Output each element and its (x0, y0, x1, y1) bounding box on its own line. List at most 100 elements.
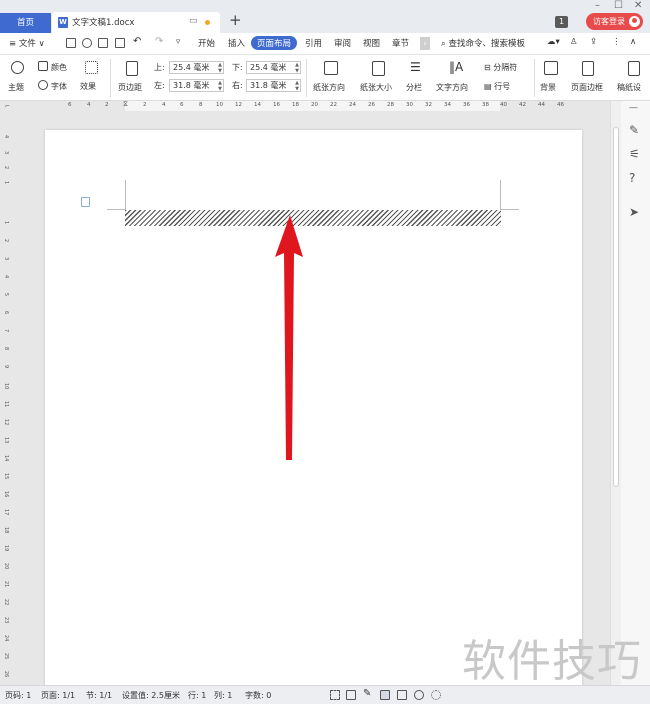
tab-start[interactable]: 开始 (198, 37, 215, 49)
format-painter-icon[interactable] (82, 38, 92, 48)
ruler-tick-label: 28 (387, 102, 394, 108)
manuscript-button[interactable]: 稿纸设 (617, 82, 641, 93)
ruler-tick-label: 3 (3, 257, 9, 261)
search-command-label: 查找命令、搜索模板 (448, 39, 525, 49)
visitor-login-button[interactable]: 访客登录 (586, 13, 643, 30)
vertical-scrollbar[interactable] (610, 101, 621, 685)
ribbon-divider (306, 59, 307, 97)
columns-icon: ☰ (410, 60, 421, 74)
menu-bar: ≡ 文件 ∨ ↶ ↷ ▿ 开始 插入 页面布局 引用 审阅 视图 章节 › ⌕ … (0, 33, 650, 55)
line-number-button[interactable]: ▤ 行号 (484, 81, 510, 92)
status-setting-value[interactable]: 设置值: 2.5厘米 (122, 690, 180, 701)
monitor-icon[interactable]: ▭ (189, 16, 198, 26)
tab-insert[interactable]: 插入 (228, 37, 245, 49)
document-tab[interactable]: W 文字文稿1.docx ▭ (52, 12, 220, 33)
vertical-ruler[interactable]: 4 3 2 1 1 2 3 4 5 6 7 8 9 10 11 12 13 14… (0, 115, 14, 685)
status-row[interactable]: 行: 1 (188, 690, 206, 701)
maximize-button[interactable]: ☐ (614, 0, 623, 11)
ruler-tick-label: 11 (3, 401, 9, 408)
tab-view[interactable]: 视图 (363, 37, 380, 49)
print-icon[interactable] (98, 38, 108, 48)
tabs-scroll-right-button[interactable]: › (420, 37, 430, 50)
fullscreen-icon[interactable] (330, 690, 340, 700)
page-view-icon[interactable] (380, 690, 390, 700)
share-icon[interactable]: ⇪ (590, 37, 597, 47)
scrollbar-thumb[interactable] (613, 127, 619, 487)
close-button[interactable]: ✕ (634, 0, 642, 11)
undo-icon[interactable]: ↶ (133, 36, 141, 47)
horizontal-ruler[interactable]: ⌐ 6 4 2 ⧖ 2 4 6 8 10 12 14 16 18 20 22 2… (0, 100, 612, 115)
status-word-count[interactable]: 字数: 0 (245, 690, 271, 701)
ribbon-divider (110, 59, 111, 97)
margin-button[interactable]: 页边距 (118, 82, 142, 93)
sidebar-collapse-icon[interactable]: — (629, 103, 638, 113)
status-column[interactable]: 列: 1 (214, 690, 232, 701)
collapse-ribbon-icon[interactable]: ∧ (630, 37, 636, 47)
indent-marker-icon[interactable]: ⧖ (123, 100, 128, 109)
ruler-tick-label: 12 (3, 419, 9, 426)
ruler-tick-label: 16 (3, 491, 9, 498)
ruler-tick-label: 26 (368, 102, 375, 108)
status-pages[interactable]: 页面: 1/1 (41, 690, 75, 701)
columns-button[interactable]: 分栏 (406, 82, 422, 93)
file-menu[interactable]: ≡ 文件 ∨ (9, 37, 45, 49)
effect-button[interactable]: 效果 (80, 81, 96, 92)
top-margin-input[interactable]: 25.4 毫米 ▲ ▼ (169, 61, 224, 74)
bottom-margin-value: 25.4 毫米 (250, 63, 287, 72)
theme-icon[interactable] (11, 61, 24, 74)
read-mode-icon[interactable] (346, 690, 356, 700)
ruler-tick-label: 4 (162, 102, 166, 108)
page-border-button[interactable]: 页面边框 (571, 82, 603, 93)
tab-section[interactable]: 章节 (392, 37, 409, 49)
background-button[interactable]: 背景 (540, 82, 556, 93)
collaborate-icon[interactable]: ♙ (570, 37, 578, 47)
ruler-tick-label: 2 (143, 102, 147, 108)
new-tab-button[interactable]: + (229, 11, 242, 29)
color-button[interactable]: 颜色 (51, 62, 67, 73)
tab-page-layout[interactable]: 页面布局 (251, 36, 298, 50)
spinner-icon[interactable]: ▲ ▼ (218, 62, 222, 74)
ruler-tick-label: 24 (349, 102, 356, 108)
status-section[interactable]: 节: 1/1 (86, 690, 112, 701)
save-icon[interactable] (66, 38, 76, 48)
tab-references[interactable]: 引用 (305, 37, 322, 49)
ruler-tick-label: 18 (3, 527, 9, 534)
paper-size-button[interactable]: 纸张大小 (360, 82, 392, 93)
spinner-icon[interactable]: ▲ ▼ (295, 80, 299, 92)
orientation-button[interactable]: 纸张方向 (313, 82, 345, 93)
ruler-tick-label: 19 (3, 545, 9, 552)
cloud-icon[interactable]: ☁▾ (547, 37, 560, 47)
left-margin-label: 左: (154, 81, 165, 90)
edit-pen-icon[interactable]: ✎ (363, 688, 373, 699)
bottom-margin-input[interactable]: 25.4 毫米 ▲ ▼ (246, 61, 301, 74)
cursor-icon[interactable]: ➤ (629, 205, 639, 219)
theme-button[interactable]: 主题 (8, 82, 24, 93)
home-tab[interactable]: 首页 (0, 13, 51, 33)
ruler-tick-label: 14 (3, 455, 9, 462)
web-view-icon[interactable] (414, 690, 424, 700)
print-preview-icon[interactable] (115, 38, 125, 48)
eye-protect-icon[interactable] (431, 690, 441, 700)
redo-icon[interactable]: ↷ (155, 36, 163, 47)
minimize-button[interactable]: – (595, 0, 600, 11)
document-canvas[interactable] (14, 115, 610, 685)
pen-icon[interactable]: ✎ (629, 123, 639, 137)
help-icon[interactable]: ? (629, 171, 635, 185)
window-count-badge[interactable]: 1 (555, 16, 568, 28)
search-command-box[interactable]: ⌕ 查找命令、搜索模板 (441, 37, 525, 49)
quick-access-more-icon[interactable]: ▿ (176, 37, 180, 47)
settings-sliders-icon[interactable]: ⚟ (629, 147, 640, 161)
spinner-icon[interactable]: ▲ ▼ (295, 62, 299, 74)
tab-review[interactable]: 审阅 (334, 37, 351, 49)
font-button[interactable]: 字体 (51, 81, 67, 92)
tab-stop-selector-icon[interactable]: ⌐ (5, 103, 10, 110)
spinner-icon[interactable]: ▲ ▼ (218, 80, 222, 92)
right-margin-input[interactable]: 31.8 毫米 ▲ ▼ (246, 79, 301, 92)
text-direction-button[interactable]: 文字方向 (436, 82, 468, 93)
document-page[interactable] (45, 130, 582, 685)
status-page-number[interactable]: 页码: 1 (5, 690, 31, 701)
left-margin-input[interactable]: 31.8 毫米 ▲ ▼ (169, 79, 224, 92)
outline-view-icon[interactable] (397, 690, 407, 700)
more-options-icon[interactable]: ⋮ (612, 37, 621, 47)
separator-button[interactable]: ⊟ 分隔符 (484, 62, 517, 73)
